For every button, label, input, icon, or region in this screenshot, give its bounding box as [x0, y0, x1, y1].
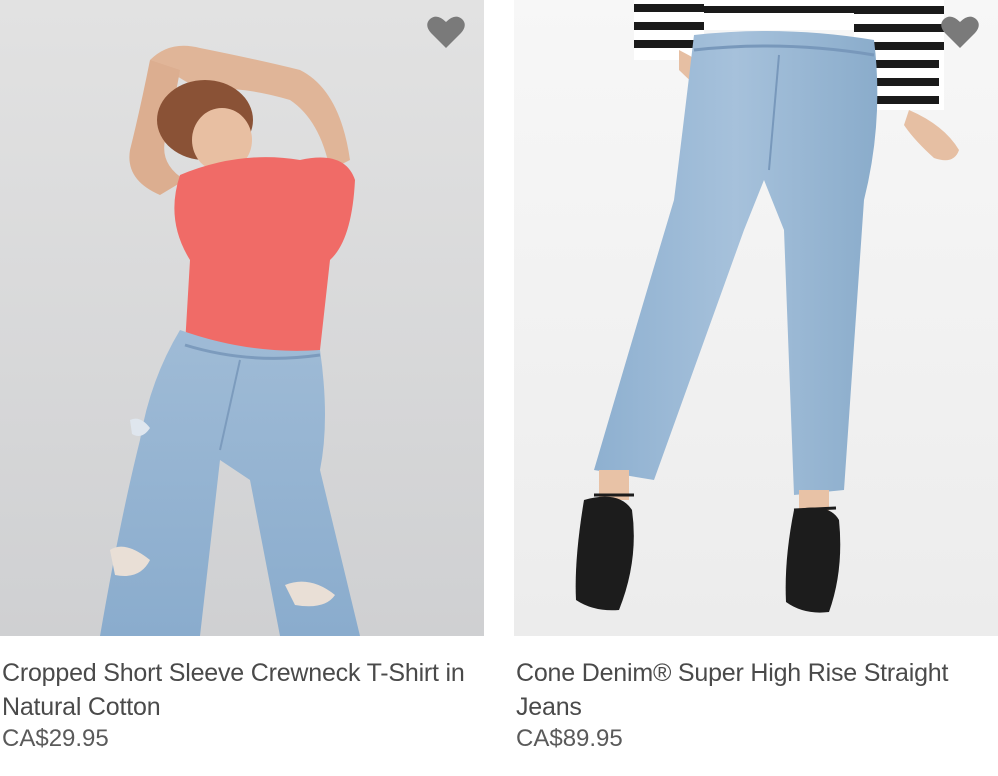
product-title[interactable]: Cone Denim® Super High Rise Straight Jea…	[516, 656, 986, 724]
tshirt-model-photo	[0, 0, 484, 636]
heart-icon	[941, 16, 979, 48]
product-price: CA$29.95	[2, 725, 109, 752]
product-card[interactable]: Cropped Short Sleeve Crewneck T-Shirt in…	[0, 0, 484, 754]
product-image[interactable]	[514, 0, 998, 636]
jeans-model-photo	[514, 0, 998, 636]
product-grid: Cropped Short Sleeve Crewneck T-Shirt in…	[0, 0, 998, 776]
product-price: CA$89.95	[516, 725, 623, 752]
heart-icon	[427, 16, 465, 48]
product-title[interactable]: Cropped Short Sleeve Crewneck T-Shirt in…	[2, 656, 472, 724]
favorite-button[interactable]	[940, 14, 980, 50]
product-image[interactable]	[0, 0, 484, 636]
product-card[interactable]: Cone Denim® Super High Rise Straight Jea…	[514, 0, 998, 754]
favorite-button[interactable]	[426, 14, 466, 50]
